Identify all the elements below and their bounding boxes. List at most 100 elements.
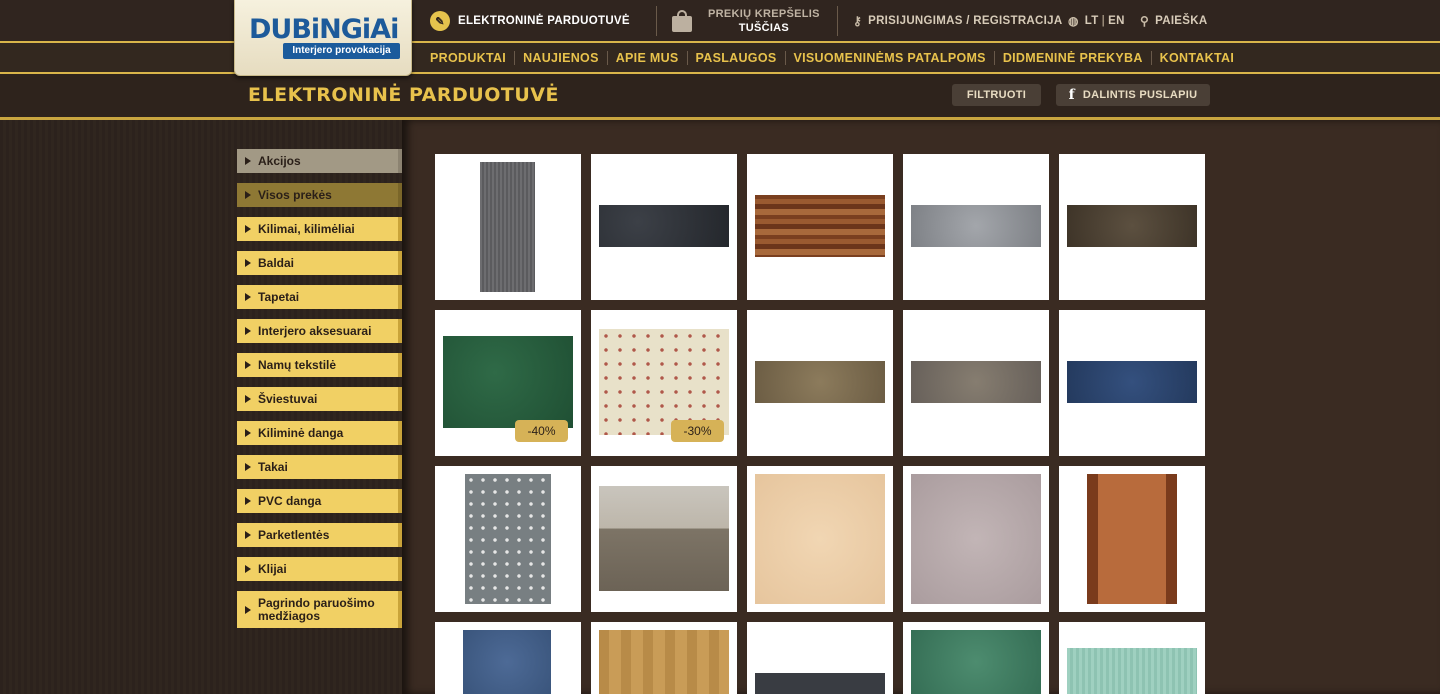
shopping-bag-icon [672, 10, 692, 32]
sidebar-item-takai[interactable]: Takai [237, 455, 402, 479]
brand-tagline: Interjero provokacija [283, 43, 400, 59]
product-card[interactable] [435, 466, 581, 612]
arrow-right-icon [245, 259, 251, 267]
product-card[interactable] [903, 466, 1049, 612]
sidebar-item-label: Klijai [258, 561, 287, 576]
arrow-right-icon [245, 327, 251, 335]
product-card[interactable] [1059, 310, 1205, 456]
arrow-right-icon [245, 531, 251, 539]
product-card[interactable] [435, 154, 581, 300]
discount-badge: -40% [515, 420, 568, 442]
product-image [1067, 205, 1197, 247]
cart-status: TUŠČIAS [738, 22, 790, 34]
sidebar-item-label: Parketlentės [258, 527, 330, 542]
nav-item-kontaktai[interactable]: KONTAKTAI [1150, 50, 1242, 65]
sidebar-item-akcijos[interactable]: Akcijos [237, 149, 402, 173]
sidebar-item-tapetai[interactable]: Tapetai [237, 285, 402, 309]
login-label: PRISIJUNGIMAS / REGISTRACIJA [868, 15, 1063, 27]
sidebar-item-pvc-danga[interactable]: PVC danga [237, 489, 402, 513]
search-link[interactable]: ⚲ PAIEŠKA [1140, 0, 1207, 42]
sidebar-item-interjero-aksesuarai[interactable]: Interjero aksesuarai [237, 319, 402, 343]
sidebar-item-visos-prekes[interactable]: Visos prekės [237, 183, 402, 207]
arrow-right-icon [245, 191, 251, 199]
lang-en-link[interactable]: EN [1108, 15, 1125, 27]
sidebar-item-label: Akcijos [258, 153, 301, 168]
sidebar-item-parketlentes[interactable]: Parketlentės [237, 523, 402, 547]
product-image [599, 205, 729, 247]
share-button[interactable]: f DALINTIS PUSLAPIU [1056, 84, 1210, 106]
sidebar-item-label: PVC danga [258, 493, 322, 508]
discount-badge: -30% [671, 420, 724, 442]
sidebar-item-label: Kiliminė danga [258, 425, 344, 440]
main-nav: PRODUKTAI NAUJIENOS APIE MUS PASLAUGOS V… [430, 43, 1242, 72]
nav-item-apie-mus[interactable]: APIE MUS [606, 50, 687, 65]
facebook-icon: f [1068, 87, 1075, 103]
product-card[interactable] [1059, 154, 1205, 300]
arrow-right-icon [245, 565, 251, 573]
sidebar-item-label: Kilimai, kilimėliai [258, 221, 355, 236]
product-card[interactable] [591, 154, 737, 300]
product-card[interactable] [1059, 622, 1205, 694]
product-card[interactable] [591, 622, 737, 694]
product-card[interactable]: -30% [591, 310, 737, 456]
sidebar-item-sviestuvai[interactable]: Šviestuvai [237, 387, 402, 411]
product-image [599, 486, 729, 591]
sidebar-item-baldai[interactable]: Baldai [237, 251, 402, 275]
divider [0, 72, 1440, 74]
sidebar-item-klijai[interactable]: Klijai [237, 557, 402, 581]
tag-icon: ✎ [430, 11, 450, 31]
product-image [755, 474, 885, 604]
arrow-right-icon [245, 605, 251, 614]
product-image [911, 474, 1041, 604]
nav-item-paslaugos[interactable]: PASLAUGOS [686, 50, 785, 65]
nav-item-didmenine[interactable]: DIDMENINĖ PREKYBA [993, 50, 1151, 65]
globe-icon: ◍ [1068, 14, 1079, 28]
product-image [480, 162, 535, 292]
arrow-right-icon [245, 361, 251, 369]
product-image [443, 336, 573, 428]
product-image [911, 361, 1041, 403]
product-card[interactable] [591, 466, 737, 612]
page-title: ELEKTRONINĖ PARDUOTUVĖ [248, 84, 559, 106]
product-card[interactable] [747, 466, 893, 612]
product-image [599, 630, 729, 694]
sidebar-item-kilimai[interactable]: Kilimai, kilimėliai [237, 217, 402, 241]
divider [0, 117, 1440, 120]
product-image [1087, 474, 1177, 604]
filter-button[interactable]: FILTRUOTI [952, 84, 1041, 106]
arrow-right-icon [245, 395, 251, 403]
product-card[interactable] [903, 622, 1049, 694]
nav-item-naujienos[interactable]: NAUJIENOS [514, 50, 607, 65]
product-card[interactable] [747, 154, 893, 300]
product-card[interactable] [435, 622, 581, 694]
sidebar-item-pagrindo-paruosimo[interactable]: Pagrindo paruošimo medžiagos [237, 591, 402, 628]
arrow-right-icon [245, 497, 251, 505]
product-card[interactable] [903, 154, 1049, 300]
arrow-right-icon [245, 225, 251, 233]
product-card[interactable]: -40% [435, 310, 581, 456]
product-image [755, 673, 885, 694]
nav-item-produktai[interactable]: PRODUKTAI [430, 51, 514, 65]
sidebar-item-kilimine-danga[interactable]: Kiliminė danga [237, 421, 402, 445]
product-card[interactable] [747, 622, 893, 694]
product-image [911, 205, 1041, 247]
lang-lt-link[interactable]: LT [1085, 15, 1099, 27]
arrow-right-icon [245, 429, 251, 437]
product-card[interactable] [1059, 466, 1205, 612]
cart-title: PREKIŲ KREPŠELIS [708, 8, 820, 20]
sidebar-item-label: Tapetai [258, 289, 300, 304]
cart-link[interactable]: PREKIŲ KREPŠELIS TUŠČIAS [672, 0, 820, 42]
login-link[interactable]: ⚷ PRISIJUNGIMAS / REGISTRACIJA [853, 0, 1062, 42]
product-card[interactable] [747, 310, 893, 456]
eshop-link[interactable]: ✎ ELEKTRONINĖ PARDUOTUVĖ [430, 0, 630, 42]
sidebar-item-namu-tekstile[interactable]: Namų tekstilė [237, 353, 402, 377]
key-icon: ⚷ [853, 14, 863, 28]
product-image [755, 361, 885, 403]
product-card[interactable] [903, 310, 1049, 456]
nav-item-visuomeninems[interactable]: VISUOMENINĖMS PATALPOMS [784, 50, 994, 65]
logo[interactable]: DUBiNGiAi Interjero provokacija [234, 0, 412, 76]
divider [837, 6, 838, 36]
product-image [911, 630, 1041, 694]
search-label: PAIEŠKA [1155, 15, 1208, 27]
sidebar-item-label: Šviestuvai [258, 391, 318, 406]
